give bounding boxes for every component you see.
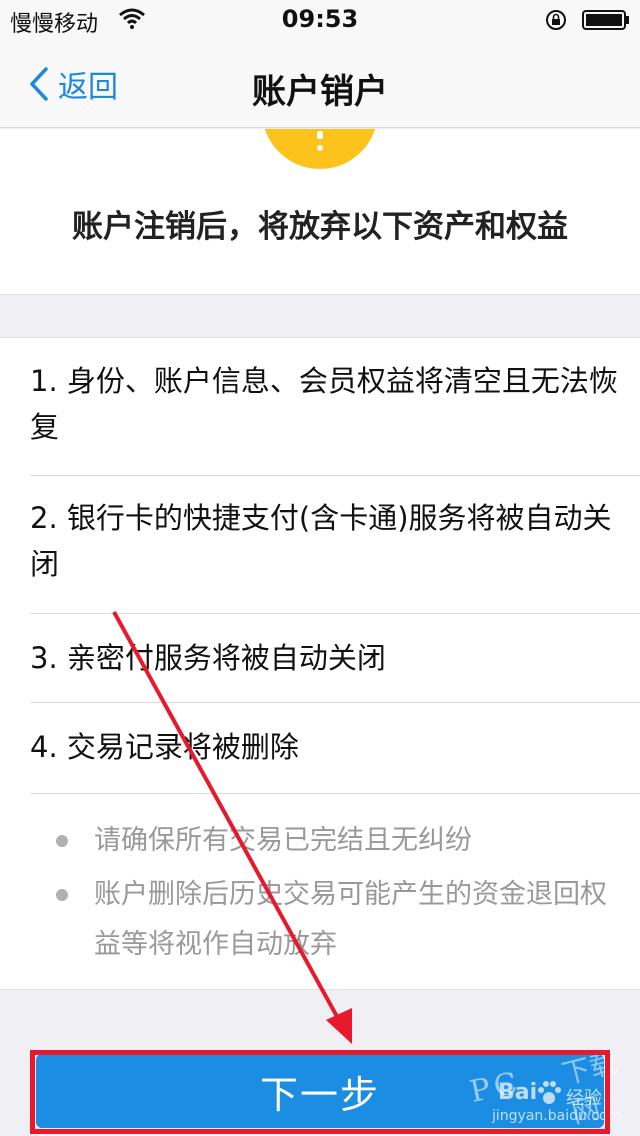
note-item: 账户删除后历史交易可能产生的资金退回权益等将视作自动放弃 — [56, 870, 628, 970]
warning-heading: 账户注销后，将放弃以下资产和权益 — [72, 209, 568, 245]
bullet-icon — [56, 889, 68, 901]
divider — [30, 613, 640, 614]
divider — [30, 702, 640, 703]
consequence-list: 1. 身份、账户信息、会员权益将清空且无法恢复 2. 银行卡的快捷支付(含卡通)… — [0, 337, 640, 990]
warning-icon — [262, 129, 378, 169]
nav-bar: 返回 账户销户 — [0, 40, 640, 128]
warning-header: 账户注销后，将放弃以下资产和权益 — [0, 129, 640, 295]
page-title: 账户销户 — [252, 72, 388, 112]
note-item: 请确保所有交易已完结且无纠纷 — [56, 816, 628, 866]
list-item: 3. 亲密付服务将被自动关闭 — [30, 641, 386, 675]
bullet-icon — [56, 835, 68, 847]
rotation-lock-icon — [546, 10, 566, 30]
list-item: 1. 身份、账户信息、会员权益将清空且无法恢复 — [30, 364, 618, 444]
battery-icon — [582, 10, 629, 30]
list-item: 2. 银行卡的快捷支付(含卡通)服务将被自动关闭 — [30, 501, 612, 581]
divider — [30, 793, 640, 794]
status-bar: 慢慢移动 09:53 — [0, 0, 640, 40]
list-item: 4. 交易记录将被删除 — [30, 730, 299, 764]
divider — [30, 475, 640, 476]
next-step-button[interactable]: 下一步 — [36, 1054, 604, 1128]
